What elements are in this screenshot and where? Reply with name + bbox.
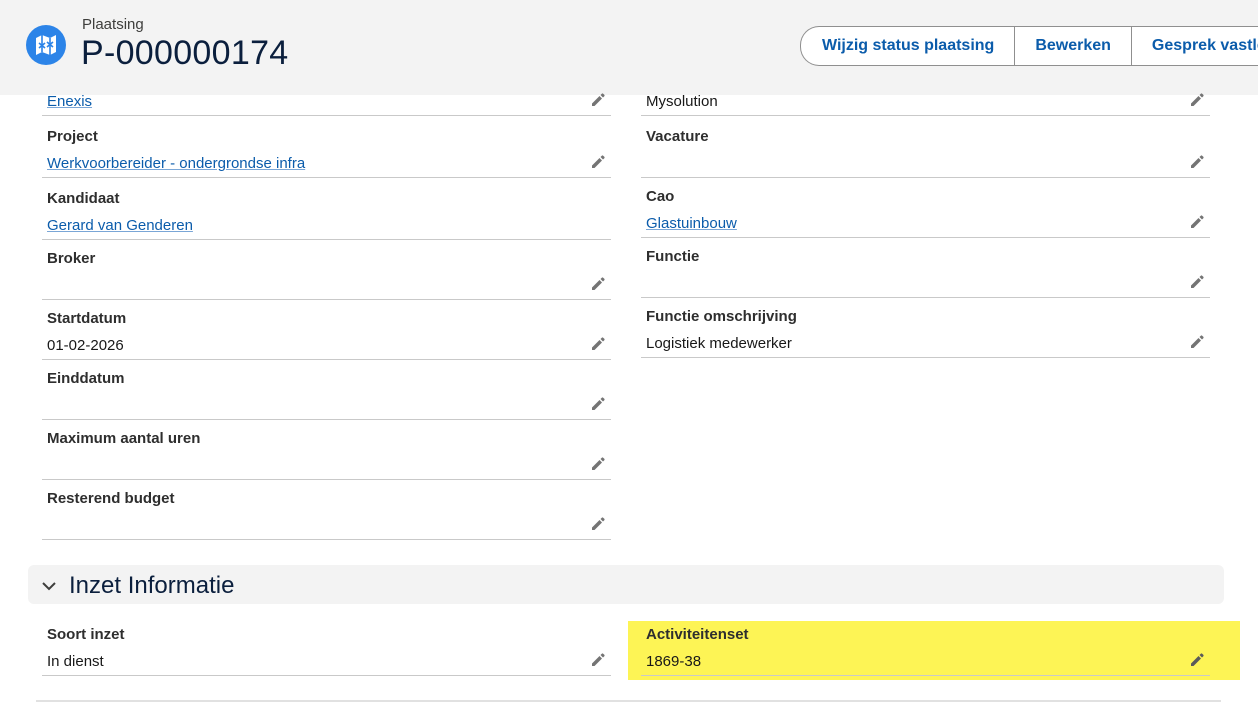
field-owner: Mysolution [641, 55, 1210, 116]
functie-omschrijving-label: Functie omschrijving [646, 308, 797, 325]
kandidaat-link[interactable]: Gerard van Genderen [47, 217, 193, 234]
startdatum-value: 01-02-2026 [47, 337, 124, 354]
field-functie: Functie [641, 237, 1210, 298]
startdatum-label: Startdatum [47, 310, 127, 327]
section-header-inzet-informatie[interactable]: Inzet Informatie [28, 565, 1224, 604]
pencil-icon[interactable] [589, 651, 607, 669]
pencil-icon[interactable] [589, 335, 607, 353]
field-einddatum: Einddatum [42, 359, 611, 420]
account-link[interactable]: Enexis [47, 93, 92, 110]
field-vacature: Vacature [641, 117, 1210, 178]
functie-label: Functie [646, 248, 700, 265]
field-project: Project Werkvoorbereider - ondergrondse … [42, 117, 611, 178]
cao-label: Cao [646, 188, 675, 205]
kandidaat-label: Kandidaat [47, 190, 120, 207]
pencil-icon[interactable] [1188, 273, 1206, 291]
project-label: Project [47, 128, 98, 145]
pencil-icon[interactable] [1188, 213, 1206, 231]
pencil-icon[interactable] [589, 395, 607, 413]
object-type-label: Plaatsing [82, 16, 144, 33]
pencil-icon[interactable] [589, 91, 607, 109]
einddatum-label: Einddatum [47, 370, 125, 387]
chevron-down-icon[interactable] [40, 577, 58, 595]
field-startdatum: Startdatum 01-02-2026 [42, 299, 611, 360]
field-activiteitenset: Activiteitenset 1869-38 [641, 615, 1210, 676]
functie-omschrijving-value: Logistiek medewerker [646, 335, 792, 352]
resterend-budget-label: Resterend budget [47, 490, 175, 507]
project-link[interactable]: Werkvoorbereider - ondergrondse infra [47, 155, 305, 172]
field-kandidaat: Kandidaat Gerard van Genderen [42, 179, 611, 240]
field-account: Enexis [42, 55, 611, 116]
activiteitenset-value: 1869-38 [646, 653, 702, 670]
field-functie-omschrijving: Functie omschrijving Logistiek medewerke… [641, 297, 1210, 358]
soort-inzet-label: Soort inzet [47, 626, 125, 643]
field-cao: Cao Glastuinbouw [641, 177, 1210, 238]
vacature-label: Vacature [646, 128, 709, 145]
pencil-icon[interactable] [1188, 153, 1206, 171]
broker-label: Broker [47, 250, 96, 267]
field-maximum-uren: Maximum aantal uren [42, 419, 611, 480]
field-broker: Broker [42, 239, 611, 300]
section-title: Inzet Informatie [69, 572, 235, 599]
maximum-uren-label: Maximum aantal uren [47, 430, 201, 447]
pencil-icon[interactable] [1188, 333, 1206, 351]
activiteitenset-label: Activiteitenset [646, 626, 749, 643]
field-resterend-budget: Resterend budget [42, 479, 611, 540]
owner-value: Mysolution [646, 93, 718, 110]
soort-inzet-value: In dienst [47, 653, 104, 670]
section-divider [36, 700, 1221, 702]
pencil-icon[interactable] [589, 153, 607, 171]
pencil-icon[interactable] [589, 455, 607, 473]
cao-link[interactable]: Glastuinbouw [646, 215, 737, 232]
pencil-icon[interactable] [589, 515, 607, 533]
field-soort-inzet: Soort inzet In dienst [42, 615, 611, 676]
pencil-icon[interactable] [589, 275, 607, 293]
pencil-icon[interactable] [1188, 91, 1206, 109]
pencil-icon[interactable] [1188, 651, 1206, 669]
